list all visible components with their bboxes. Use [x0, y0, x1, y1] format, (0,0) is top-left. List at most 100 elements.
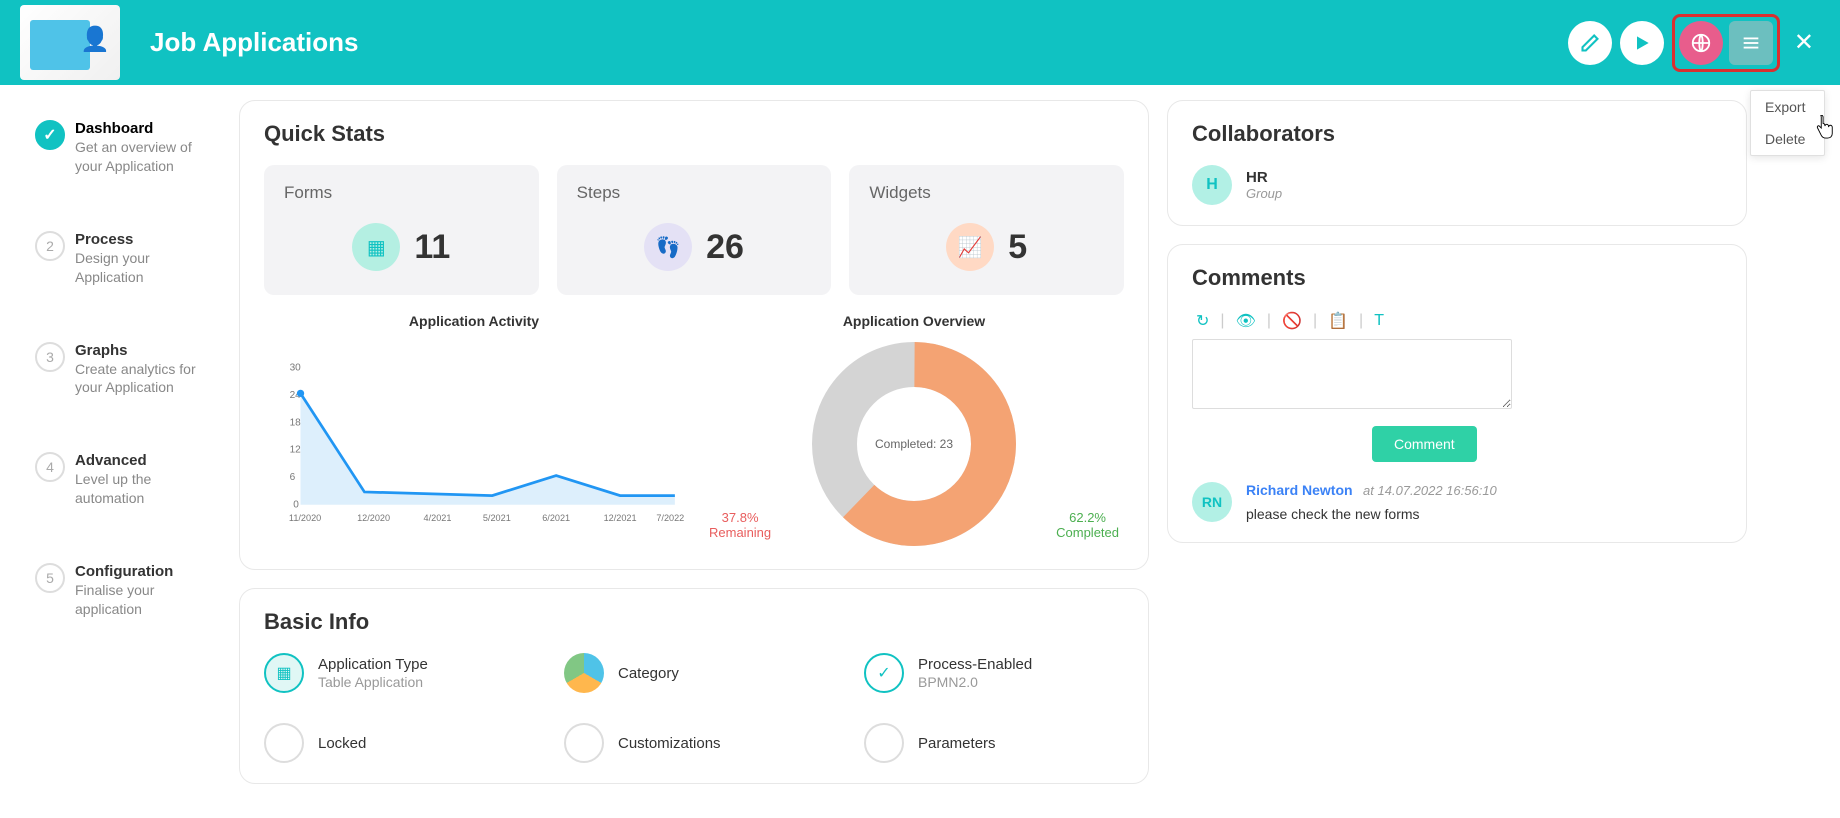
- customize-icon: [564, 723, 604, 763]
- step-check-icon: [35, 120, 65, 150]
- quick-stats-card: Quick Stats Forms ▦ 11 Steps 👣 26: [239, 100, 1149, 570]
- comments-card: Comments ↻| 👁| 🚫| 📋| T Comment RN Richar…: [1167, 244, 1747, 543]
- stat-widgets: Widgets 📈 5: [849, 165, 1124, 295]
- card-title: Basic Info: [264, 609, 1124, 635]
- basic-info-card: Basic Info ▦ Application Type Table Appl…: [239, 588, 1149, 784]
- comment-entry: RN Richard Newton at 14.07.2022 16:56:10…: [1192, 482, 1722, 522]
- stat-steps: Steps 👣 26: [557, 165, 832, 295]
- comment-input[interactable]: [1192, 339, 1512, 409]
- step-desc: Create analytics for your Application: [75, 360, 221, 398]
- svg-text:7/2022: 7/2022: [656, 513, 684, 523]
- step-number: 3: [35, 342, 65, 372]
- close-button[interactable]: ✕: [1788, 28, 1820, 57]
- globe-icon: [1690, 32, 1712, 54]
- category-icon: [564, 653, 604, 693]
- chart-title: Application Overview: [704, 313, 1124, 329]
- cursor-icon: [1813, 115, 1835, 147]
- stat-value: 5: [1008, 228, 1027, 267]
- pencil-icon: [1580, 33, 1600, 53]
- highlighted-actions: [1672, 14, 1780, 72]
- lock-icon: [264, 723, 304, 763]
- play-button[interactable]: [1620, 21, 1664, 65]
- comment-submit-button[interactable]: Comment: [1372, 426, 1477, 462]
- menu-icon: [1740, 32, 1762, 54]
- step-number: 2: [35, 231, 65, 261]
- overview-chart: Application Overview Completed: 23 37.8%…: [704, 313, 1124, 549]
- forms-icon: ▦: [352, 223, 400, 271]
- edit-button[interactable]: [1568, 21, 1612, 65]
- sidebar-step-graphs[interactable]: 3 Graphs Create analytics for your Appli…: [35, 342, 221, 398]
- sidebar-step-dashboard[interactable]: Dashboard Get an overview of your Applic…: [35, 120, 221, 176]
- comment-author: Richard Newton: [1246, 482, 1353, 498]
- step-desc: Finalise your application: [75, 581, 221, 619]
- sidebar-step-configuration[interactable]: 5 Configuration Finalise your applicatio…: [35, 563, 221, 619]
- info-category: Category: [564, 653, 824, 693]
- collaborators-card: Collaborators H HR Group: [1167, 100, 1747, 226]
- area-chart-svg: 302418 1260 11/202012/20204/2021 5/20216…: [264, 339, 684, 539]
- step-title: Configuration: [75, 563, 221, 580]
- table-icon: ▦: [264, 653, 304, 693]
- sidebar-step-process[interactable]: 2 Process Design your Application: [35, 231, 221, 287]
- activity-chart: Application Activity 302418 1260 11/2020…: [264, 313, 684, 549]
- step-desc: Design your Application: [75, 249, 221, 287]
- collaborator-item[interactable]: H HR Group: [1192, 165, 1722, 205]
- steps-icon: 👣: [644, 223, 692, 271]
- svg-text:4/2021: 4/2021: [424, 513, 452, 523]
- avatar: RN: [1192, 482, 1232, 522]
- clipboard-icon[interactable]: 📋: [1324, 309, 1352, 333]
- parameters-icon: [864, 723, 904, 763]
- stat-label: Forms: [284, 183, 519, 203]
- refresh-icon[interactable]: ↻: [1192, 309, 1213, 333]
- svg-text:12/2021: 12/2021: [604, 513, 637, 523]
- eye-icon[interactable]: 👁: [1232, 309, 1260, 333]
- info-locked: Locked: [264, 723, 524, 763]
- svg-text:0: 0: [293, 499, 299, 510]
- play-icon: [1632, 33, 1652, 53]
- hamburger-menu-button[interactable]: [1729, 21, 1773, 65]
- stat-forms: Forms ▦ 11: [264, 165, 539, 295]
- donut-label-completed: 62.2%Completed: [1056, 510, 1119, 541]
- app-header: Job Applications ✕: [0, 0, 1840, 85]
- step-title: Process: [75, 231, 221, 248]
- step-number: 4: [35, 452, 65, 482]
- donut-label-remaining: 37.8%Remaining: [709, 510, 771, 541]
- svg-text:6/2021: 6/2021: [542, 513, 570, 523]
- step-desc: Get an overview of your Application: [75, 138, 221, 176]
- stat-label: Steps: [577, 183, 812, 203]
- step-title: Advanced: [75, 452, 221, 469]
- step-number: 5: [35, 563, 65, 593]
- info-parameters: Parameters: [864, 723, 1124, 763]
- info-application-type: ▦ Application Type Table Application: [264, 653, 524, 693]
- card-title: Collaborators: [1192, 121, 1722, 147]
- svg-text:11/2020: 11/2020: [289, 513, 321, 523]
- step-title: Dashboard: [75, 120, 221, 137]
- info-customizations: Customizations: [564, 723, 824, 763]
- svg-text:18: 18: [290, 417, 302, 428]
- comment-text: please check the new forms: [1246, 506, 1497, 522]
- donut-center-label: Completed: 23: [875, 437, 953, 451]
- text-icon[interactable]: T: [1370, 310, 1388, 332]
- eye-off-icon[interactable]: 🚫: [1278, 309, 1306, 333]
- card-title: Comments: [1192, 265, 1722, 291]
- card-title: Quick Stats: [264, 121, 1124, 147]
- check-icon: ✓: [864, 653, 904, 693]
- collaborator-name: HR: [1246, 169, 1282, 186]
- wizard-sidebar: Dashboard Get an overview of your Applic…: [15, 100, 221, 784]
- info-process-enabled: ✓ Process-Enabled BPMN2.0: [864, 653, 1124, 693]
- app-logo: [20, 5, 120, 80]
- globe-button[interactable]: [1679, 21, 1723, 65]
- step-title: Graphs: [75, 342, 221, 359]
- svg-text:6: 6: [290, 472, 296, 483]
- stat-value: 11: [414, 228, 450, 267]
- collaborator-type: Group: [1246, 186, 1282, 201]
- svg-text:30: 30: [290, 363, 302, 374]
- avatar: H: [1192, 165, 1232, 205]
- comment-time: at 14.07.2022 16:56:10: [1363, 483, 1497, 498]
- stat-value: 26: [706, 228, 744, 267]
- sidebar-step-advanced[interactable]: 4 Advanced Level up the automation: [35, 452, 221, 508]
- svg-text:5/2021: 5/2021: [483, 513, 511, 523]
- page-title: Job Applications: [150, 27, 359, 58]
- step-desc: Level up the automation: [75, 470, 221, 508]
- comment-toolbar: ↻| 👁| 🚫| 📋| T: [1192, 309, 1722, 333]
- widgets-icon: 📈: [946, 223, 994, 271]
